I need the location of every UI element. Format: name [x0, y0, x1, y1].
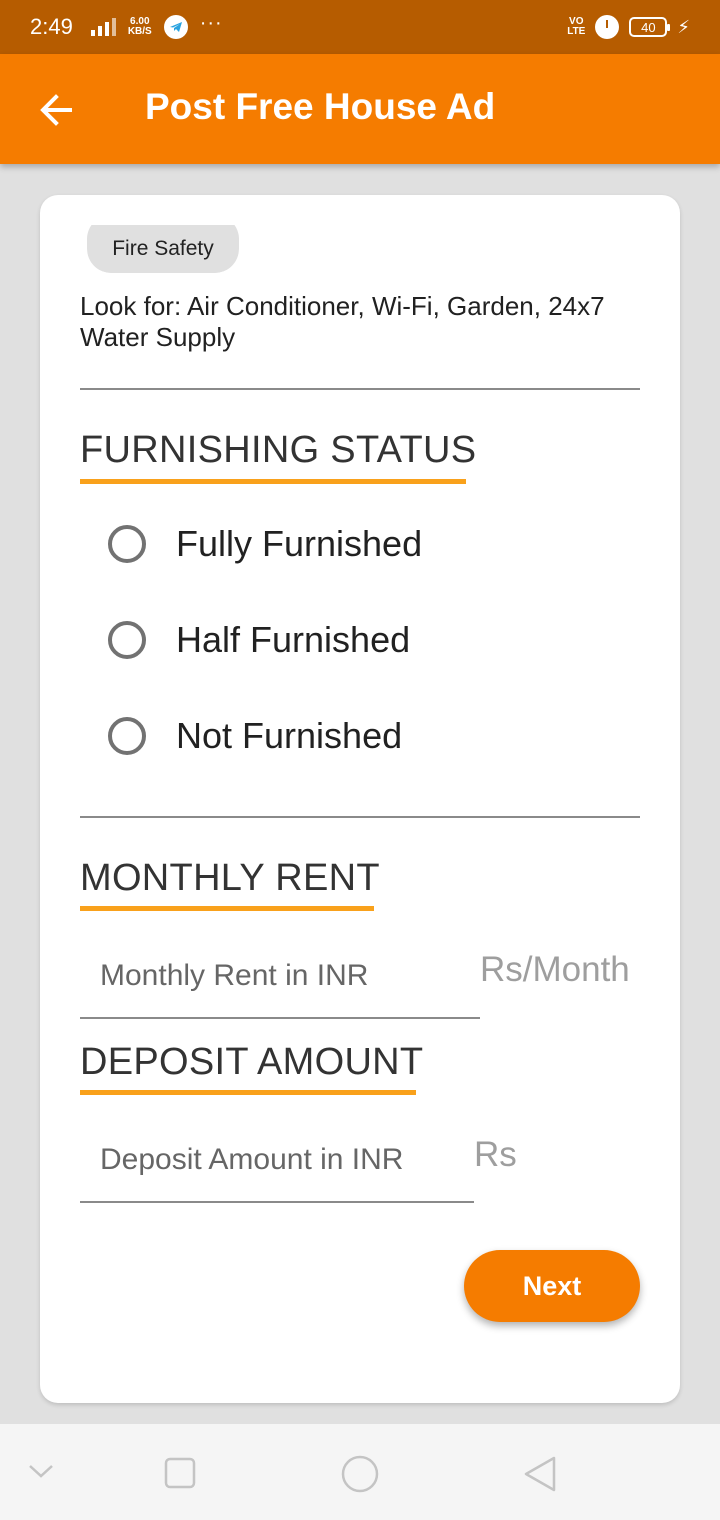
radio-label: Not Furnished [176, 715, 403, 756]
amenity-chip-label: Fire Safety [87, 225, 239, 273]
volte-icon: VO LTE [567, 16, 586, 37]
recents-square-icon[interactable] [163, 1456, 197, 1490]
home-circle-icon[interactable] [340, 1454, 380, 1494]
radio-fully-furnished[interactable]: Fully Furnished [108, 523, 422, 565]
status-bar-right: VO LTE 40 ⚡ [567, 15, 690, 39]
amenity-chip[interactable]: Fire Safety [87, 225, 239, 273]
next-button[interactable]: Next [464, 1250, 640, 1322]
divider [80, 816, 640, 818]
deposit-amount-title: DEPOSIT AMOUNT [80, 1041, 424, 1083]
furnishing-status-title: FURNISHING STATUS [80, 429, 477, 471]
chevron-down-icon[interactable] [28, 1462, 54, 1480]
status-time: 2:49 [30, 14, 73, 39]
back-triangle-icon[interactable] [520, 1454, 560, 1494]
app-bar: Post Free House Ad [0, 54, 720, 164]
charging-icon: ⚡ [677, 16, 690, 37]
radio-button-icon[interactable] [108, 621, 146, 659]
battery-level: 40 [641, 19, 656, 35]
monthly-rent-input[interactable] [80, 935, 480, 1019]
status-bar: 2:49 6.00 KB/S ··· VO LTE 40 ⚡ [0, 0, 720, 54]
form-card: Fire Safety Look for: Air Conditioner, W… [40, 195, 680, 1403]
monthly-rent-title: MONTHLY RENT [80, 857, 380, 899]
furnishing-title-underline [80, 479, 466, 484]
telegram-icon [163, 15, 188, 39]
signal-icon [90, 18, 116, 36]
divider [80, 388, 640, 390]
radio-label: Half Furnished [176, 619, 411, 660]
radio-button-icon[interactable] [108, 525, 146, 563]
system-nav-bar [0, 1424, 720, 1520]
radio-button-icon[interactable] [108, 717, 146, 755]
more-notifications-icon: ··· [199, 11, 223, 34]
monthly-rent-suffix: Rs/Month [480, 950, 630, 989]
deposit-amount-input[interactable] [80, 1119, 474, 1203]
radio-label: Fully Furnished [176, 523, 423, 564]
status-bar-left: 2:49 6.00 KB/S ··· [30, 11, 223, 40]
radio-half-furnished[interactable]: Half Furnished [108, 619, 410, 661]
amenities-hint: Look for: Air Conditioner, Wi-Fi, Garden… [80, 291, 605, 352]
radio-not-furnished[interactable]: Not Furnished [108, 715, 402, 757]
alarm-icon [595, 15, 620, 39]
page-title: Post Free House Ad [145, 86, 496, 127]
deposit-title-underline [80, 1090, 416, 1095]
battery-icon: 40 [629, 17, 671, 37]
net-speed: 6.00 KB/S [128, 17, 152, 37]
back-arrow-icon[interactable] [36, 90, 76, 130]
deposit-amount-suffix: Rs [474, 1135, 517, 1174]
monthly-rent-title-underline [80, 906, 374, 911]
net-speed-unit: KB/S [127, 26, 152, 37]
